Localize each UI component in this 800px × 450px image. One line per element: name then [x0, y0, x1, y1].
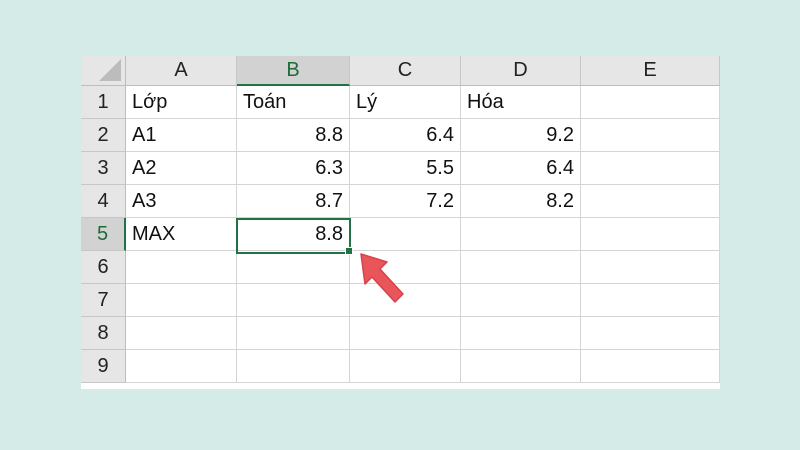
cell-c4[interactable]: 7.2	[350, 185, 461, 218]
row-header-6[interactable]: 6	[81, 251, 126, 284]
cell-d1[interactable]: Hóa	[461, 86, 581, 119]
cell-e3[interactable]	[581, 152, 720, 185]
cell-a1[interactable]: Lớp	[126, 86, 237, 119]
row-header-7[interactable]: 7	[81, 284, 126, 317]
cell-d9[interactable]	[461, 350, 581, 383]
spreadsheet-grid: A B C D E 1 2 3 4 5 6 7 8 9 Lớp Toán Lý …	[81, 56, 720, 389]
cell-b3[interactable]: 6.3	[237, 152, 350, 185]
column-header-b[interactable]: B	[237, 56, 350, 86]
row-header-4[interactable]: 4	[81, 185, 126, 218]
cell-c9[interactable]	[350, 350, 461, 383]
column-header-row: A B C D E	[81, 56, 720, 86]
cell-c2[interactable]: 6.4	[350, 119, 461, 152]
cell-e8[interactable]	[581, 317, 720, 350]
cell-b4[interactable]: 8.7	[237, 185, 350, 218]
cell-a2[interactable]: A1	[126, 119, 237, 152]
cell-b2[interactable]: 8.8	[237, 119, 350, 152]
cell-b9[interactable]	[237, 350, 350, 383]
cell-d8[interactable]	[461, 317, 581, 350]
cell-b8[interactable]	[237, 317, 350, 350]
cell-d4[interactable]: 8.2	[461, 185, 581, 218]
cell-d2[interactable]: 9.2	[461, 119, 581, 152]
red-arrow-icon	[360, 253, 404, 303]
cell-a7[interactable]	[126, 284, 237, 317]
row-header-1[interactable]: 1	[81, 86, 126, 119]
row-header-5[interactable]: 5	[81, 218, 126, 251]
cell-a9[interactable]	[126, 350, 237, 383]
cell-b6[interactable]	[237, 251, 350, 284]
cell-e4[interactable]	[581, 185, 720, 218]
cell-c3[interactable]: 5.5	[350, 152, 461, 185]
cell-c8[interactable]	[350, 317, 461, 350]
cell-c5[interactable]	[350, 218, 461, 251]
row-header-2[interactable]: 2	[81, 119, 126, 152]
cell-d3[interactable]: 6.4	[461, 152, 581, 185]
select-all-icon	[99, 59, 121, 81]
cell-e2[interactable]	[581, 119, 720, 152]
cell-b5[interactable]: 8.8	[237, 218, 350, 251]
cell-d5[interactable]	[461, 218, 581, 251]
column-header-c[interactable]: C	[350, 56, 461, 86]
select-all-button[interactable]	[81, 56, 126, 86]
cell-a8[interactable]	[126, 317, 237, 350]
cell-d7[interactable]	[461, 284, 581, 317]
cell-b1[interactable]: Toán	[237, 86, 350, 119]
cell-a3[interactable]: A2	[126, 152, 237, 185]
cell-b7[interactable]	[237, 284, 350, 317]
fill-handle[interactable]	[345, 247, 353, 255]
column-header-e[interactable]: E	[581, 56, 720, 86]
cell-a5[interactable]: MAX	[126, 218, 237, 251]
cell-a6[interactable]	[126, 251, 237, 284]
row-header-9[interactable]: 9	[81, 350, 126, 383]
cell-e1[interactable]	[581, 86, 720, 119]
row-header-3[interactable]: 3	[81, 152, 126, 185]
cell-e6[interactable]	[581, 251, 720, 284]
cell-d6[interactable]	[461, 251, 581, 284]
column-header-d[interactable]: D	[461, 56, 581, 86]
cell-e5[interactable]	[581, 218, 720, 251]
cell-c1[interactable]: Lý	[350, 86, 461, 119]
column-header-a[interactable]: A	[126, 56, 237, 86]
row-header-8[interactable]: 8	[81, 317, 126, 350]
cell-a4[interactable]: A3	[126, 185, 237, 218]
cell-e9[interactable]	[581, 350, 720, 383]
cell-e7[interactable]	[581, 284, 720, 317]
